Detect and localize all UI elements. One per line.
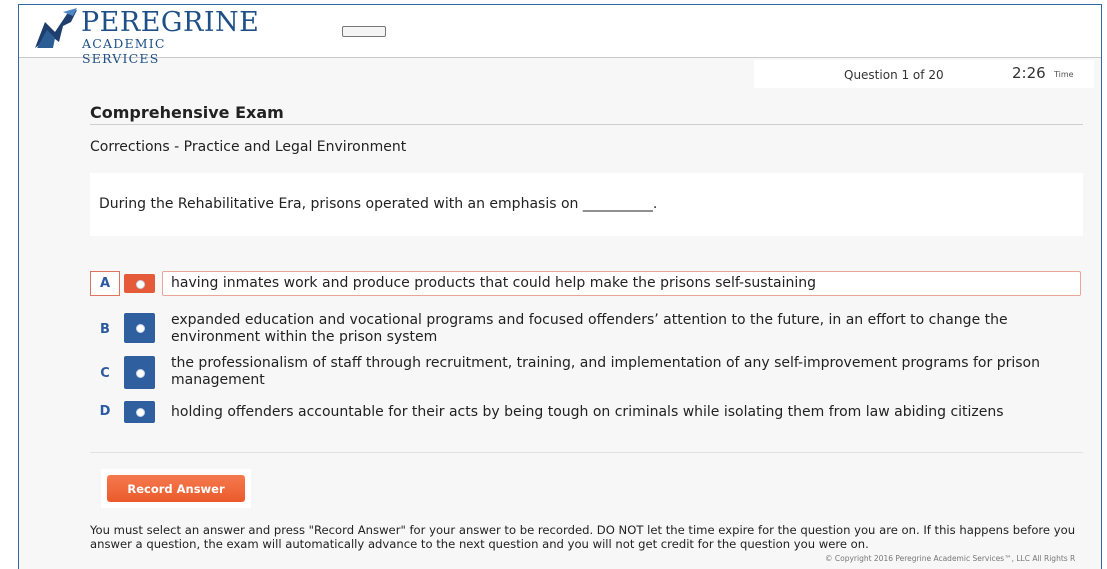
answer-radio-d[interactable]	[124, 401, 155, 423]
header-toggle-button[interactable]	[342, 26, 386, 37]
instructions-text: You must select an answer and press "Rec…	[90, 523, 1076, 551]
peregrine-bird-icon	[33, 8, 79, 52]
peregrine-logo: PEREGRINE ACADEMIC SERVICES	[33, 8, 259, 66]
answer-letter: A	[99, 276, 111, 291]
radio-dot-icon	[135, 279, 145, 289]
radio-dot-icon	[135, 408, 145, 417]
answers-divider	[90, 452, 1083, 453]
question-panel: During the Rehabilitative Era, prisons o…	[90, 173, 1083, 236]
copyright-notice: © Copyright 2016 Peregrine Academic Serv…	[825, 554, 1076, 563]
radio-dot-icon	[135, 368, 145, 378]
app-header: PEREGRINE ACADEMIC SERVICES	[19, 5, 1101, 66]
timer-value: 2:26	[1012, 64, 1046, 82]
answer-letter: B	[100, 322, 110, 337]
answer-letter: C	[100, 366, 110, 381]
answer-text: the professionalism of staff through rec…	[171, 355, 1040, 388]
answer-letter: D	[99, 404, 111, 419]
answer-text: holding offenders accountable for their …	[171, 404, 1004, 420]
exam-window: PEREGRINE ACADEMIC SERVICES Question 1 o…	[18, 4, 1102, 569]
answer-radio-a[interactable]	[124, 274, 155, 293]
title-divider	[90, 124, 1083, 125]
exam-title: Comprehensive Exam	[90, 103, 284, 122]
answer-text: expanded education and vocational progra…	[171, 312, 1008, 345]
status-bar: Question 1 of 20 2:26 Time	[754, 60, 1094, 88]
question-counter: Question 1 of 20	[844, 68, 944, 82]
logo-title: PEREGRINE	[81, 7, 260, 38]
answer-radio-b[interactable]	[124, 313, 155, 343]
exam-subject: Corrections - Practice and Legal Environ…	[90, 139, 407, 155]
answer-radio-c[interactable]	[124, 356, 155, 389]
record-answer-button[interactable]: Record Answer	[107, 475, 245, 502]
question-text: During the Rehabilitative Era, prisons o…	[99, 196, 658, 212]
radio-dot-icon	[135, 324, 145, 333]
logo-subtitle: ACADEMIC SERVICES	[82, 36, 166, 66]
timer-label: Time	[1054, 70, 1074, 79]
answer-text: having inmates work and produce products…	[171, 275, 817, 291]
